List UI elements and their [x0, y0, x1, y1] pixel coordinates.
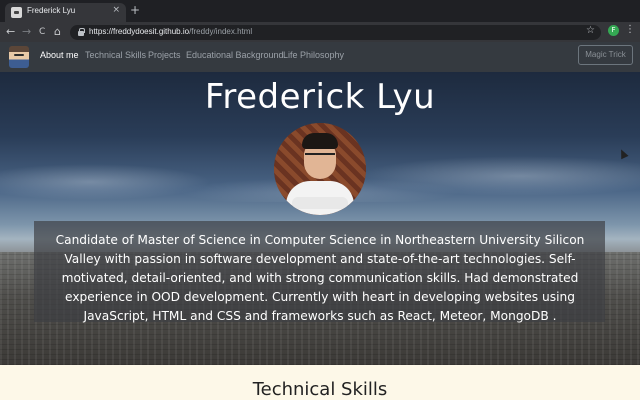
- nav-projects[interactable]: Projects: [148, 50, 181, 60]
- home-icon[interactable]: ⌂: [54, 24, 61, 40]
- lock-icon: [78, 28, 85, 36]
- magic-trick-button[interactable]: Magic Trick: [578, 45, 633, 65]
- browser-menu-icon[interactable]: ⋮: [625, 24, 635, 36]
- forward-icon[interactable]: →: [22, 24, 31, 40]
- nav-educational-background[interactable]: Educational Background: [186, 50, 284, 60]
- reload-icon[interactable]: C: [39, 24, 45, 40]
- site-navbar: About me Technical Skills Projects Educa…: [0, 42, 640, 72]
- bookmark-star-icon[interactable]: ☆: [586, 25, 595, 36]
- address-bar[interactable]: https://freddydoesit.github.io/freddy/in…: [70, 25, 601, 40]
- url-text: https://freddydoesit.github.io/freddy/in…: [89, 27, 253, 36]
- hero-name: Frederick Lyu: [204, 77, 436, 117]
- browser-toolbar: ← → C ⌂ https://freddydoesit.github.io/f…: [0, 22, 640, 42]
- tab-title: Frederick Lyu: [27, 6, 76, 15]
- nav-technical-skills[interactable]: Technical Skills: [85, 50, 146, 60]
- bio-text: Candidate of Master of Science in Comput…: [55, 233, 585, 323]
- back-icon[interactable]: ←: [6, 24, 15, 40]
- profile-photo: [274, 123, 366, 215]
- close-tab-icon[interactable]: ×: [112, 5, 120, 15]
- nav-about-me[interactable]: About me: [40, 50, 79, 60]
- profile-logo[interactable]: [9, 46, 29, 68]
- browser-tab[interactable]: Frederick Lyu ×: [5, 3, 126, 22]
- extension-icon[interactable]: F: [608, 25, 619, 36]
- nav-life-philosophy[interactable]: Life Philosophy: [283, 50, 344, 60]
- browser-tab-bar: Frederick Lyu × +: [0, 0, 640, 22]
- technical-skills-section: Technical Skills: [0, 365, 640, 400]
- github-favicon-icon: [11, 7, 22, 18]
- new-tab-button[interactable]: +: [130, 3, 140, 17]
- section-title: Technical Skills: [252, 379, 388, 400]
